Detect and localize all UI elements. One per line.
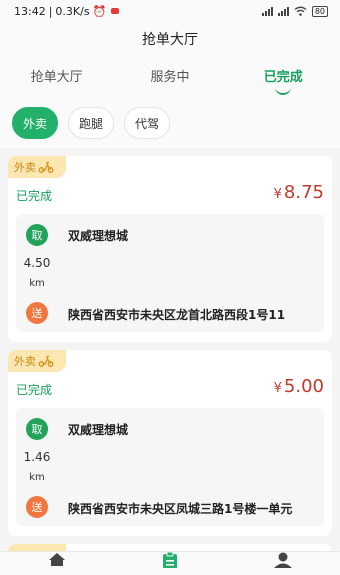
profile-icon [274,552,293,568]
order-price: ¥5.00 [274,376,324,397]
tab-in-service[interactable]: 服务中 [120,66,220,89]
price-value: 5.00 [283,376,324,397]
filter-chip-driver[interactable]: 代驾 [124,107,171,139]
page-title: 抢单大厅 [0,22,340,56]
order-status: 已完成 [16,189,53,203]
order-tabs: 抢单大厅 服务中 已完成 [0,56,340,98]
category-filters: 外卖 跑腿 代驾 [0,98,340,148]
currency-symbol: ¥ [273,187,282,202]
order-card[interactable]: 外卖 已完成 ¥5.00 取 双威理想城 1.46 km 送 陕西省西安市未央区… [8,350,332,536]
order-type-label: 外卖 [14,161,36,174]
distance-value: 4.50 [23,256,51,270]
order-type-badge: 外卖 [8,350,66,372]
price-value: 8.75 [283,182,324,203]
pickup-name: 双威理想城 [68,229,129,243]
order-list: 外卖 已完成 ¥8.75 取 双威理想城 4.50 km 送 陕西省西安市未央区… [0,148,340,574]
alarm-icon: ⏰ [92,4,107,18]
nav-orders[interactable] [158,552,182,572]
home-icon [48,553,65,566]
pickup-marker: 取 [26,418,48,440]
filter-chip-takeout[interactable]: 外卖 [12,107,59,139]
dropoff-marker: 送 [26,302,48,324]
signal-icon [261,6,273,16]
scooter-icon [38,355,54,367]
pickup-name: 双威理想城 [68,423,129,437]
dropoff-address: 陕西省西安市未央区凤城三路1号楼一单元 [68,502,293,516]
nav-home[interactable] [45,552,69,572]
status-bar-right: 80 [261,5,328,17]
status-speed: 0.3K/s [55,4,90,18]
bottom-nav [0,551,340,575]
status-bar-left: 13:42 | 0.3K/s ⏰ [14,4,120,18]
distance-value: 1.46 [23,450,51,464]
order-card[interactable]: 外卖 已完成 ¥8.75 取 双威理想城 4.50 km 送 陕西省西安市未央区… [8,156,332,342]
dropoff-address: 陕西省西安市未央区龙首北路西段1号11 [68,308,286,322]
status-bar: 13:42 | 0.3K/s ⏰ 80 [0,0,340,22]
pickup-marker: 取 [26,224,48,246]
tab-grab-orders[interactable]: 抢单大厅 [7,66,107,89]
wifi-icon [294,6,307,16]
order-status: 已完成 [16,383,53,397]
nav-profile[interactable] [271,552,295,572]
signal-icon-2 [277,6,289,16]
route-panel: 取 双威理想城 4.50 km 送 陕西省西安市未央区龙首北路西段1号11 [16,214,324,332]
order-type-label: 外卖 [14,355,36,368]
battery-icon: 80 [311,5,328,17]
filter-chip-errand[interactable]: 跑腿 [68,107,115,139]
route-panel: 取 双威理想城 1.46 km 送 陕西省西安市未央区凤城三路1号楼一单元 [16,408,324,526]
status-time: 13:42 [14,4,46,18]
order-price: ¥8.75 [274,182,324,203]
orders-icon [162,552,177,568]
distance-unit: km [29,472,45,483]
dropoff-marker: 送 [26,496,48,518]
distance-unit: km [29,278,45,289]
tab-completed[interactable]: 已完成 [233,66,333,95]
currency-symbol: ¥ [273,381,282,396]
scooter-icon [38,161,54,173]
order-type-badge: 外卖 [8,156,66,178]
notification-icon [111,8,120,14]
